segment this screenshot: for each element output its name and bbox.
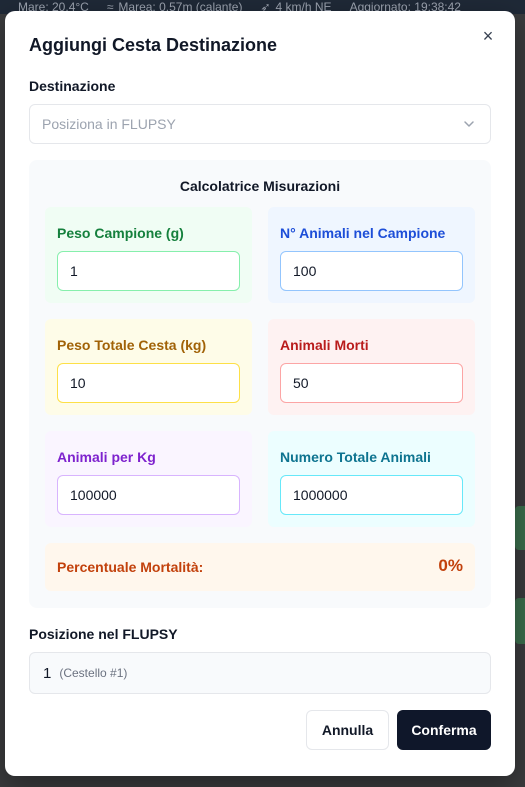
basket-weight-input[interactable]: 10: [57, 363, 240, 403]
background-panel: [515, 506, 525, 550]
calculator-title: Calcolatrice Misurazioni: [179, 178, 341, 194]
animals-per-kg-input[interactable]: 100000: [57, 475, 240, 515]
dead-animals-label: Animali Morti: [280, 337, 369, 353]
sample-weight-label: Peso Campione (g): [57, 225, 184, 241]
basket-weight-label: Peso Totale Cesta (kg): [57, 337, 207, 353]
close-button[interactable]: ×: [477, 25, 499, 47]
mortality-label: Percentuale Mortalità:: [57, 559, 204, 575]
destination-label: Destinazione: [29, 78, 116, 94]
position-display: 1 (Cestello #1): [29, 652, 491, 694]
sample-animals-input[interactable]: 100: [280, 251, 463, 291]
animals-per-kg-group: Animali per Kg 100000: [45, 431, 252, 527]
mortality-summary: Percentuale Mortalità: 0%: [45, 543, 475, 591]
dead-animals-group: Animali Morti 50: [268, 319, 475, 415]
basket-weight-group: Peso Totale Cesta (kg) 10: [45, 319, 252, 415]
close-icon: ×: [482, 25, 494, 46]
cancel-button[interactable]: Annulla: [306, 710, 389, 750]
dead-animals-input[interactable]: 50: [280, 363, 463, 403]
add-destination-basket-dialog: Aggiungi Cesta Destinazione × Destinazio…: [5, 11, 515, 776]
total-animals-group: Numero Totale Animali 1000000: [268, 431, 475, 527]
background-panel: [515, 598, 525, 644]
position-detail: (Cestello #1): [59, 666, 128, 680]
measurement-calculator: Calcolatrice Misurazioni Peso Campione (…: [29, 160, 491, 608]
destination-select-value: Posiziona in FLUPSY: [42, 116, 176, 132]
destination-select[interactable]: Posiziona in FLUPSY: [29, 104, 491, 144]
position-number: 1: [43, 664, 52, 682]
sample-weight-input[interactable]: 1: [57, 251, 240, 291]
sample-animals-group: N° Animali nel Campione 100: [268, 207, 475, 303]
animals-per-kg-label: Animali per Kg: [57, 449, 156, 465]
chevron-down-icon: [464, 121, 474, 127]
confirm-button[interactable]: Conferma: [397, 710, 491, 750]
dialog-title: Aggiungi Cesta Destinazione: [29, 35, 278, 55]
sample-animals-label: N° Animali nel Campione: [280, 225, 446, 241]
total-animals-label: Numero Totale Animali: [280, 449, 431, 465]
sample-weight-group: Peso Campione (g) 1: [45, 207, 252, 303]
position-label: Posizione nel FLUPSY: [29, 626, 178, 642]
mortality-value: 0%: [438, 556, 463, 575]
total-animals-input[interactable]: 1000000: [280, 475, 463, 515]
